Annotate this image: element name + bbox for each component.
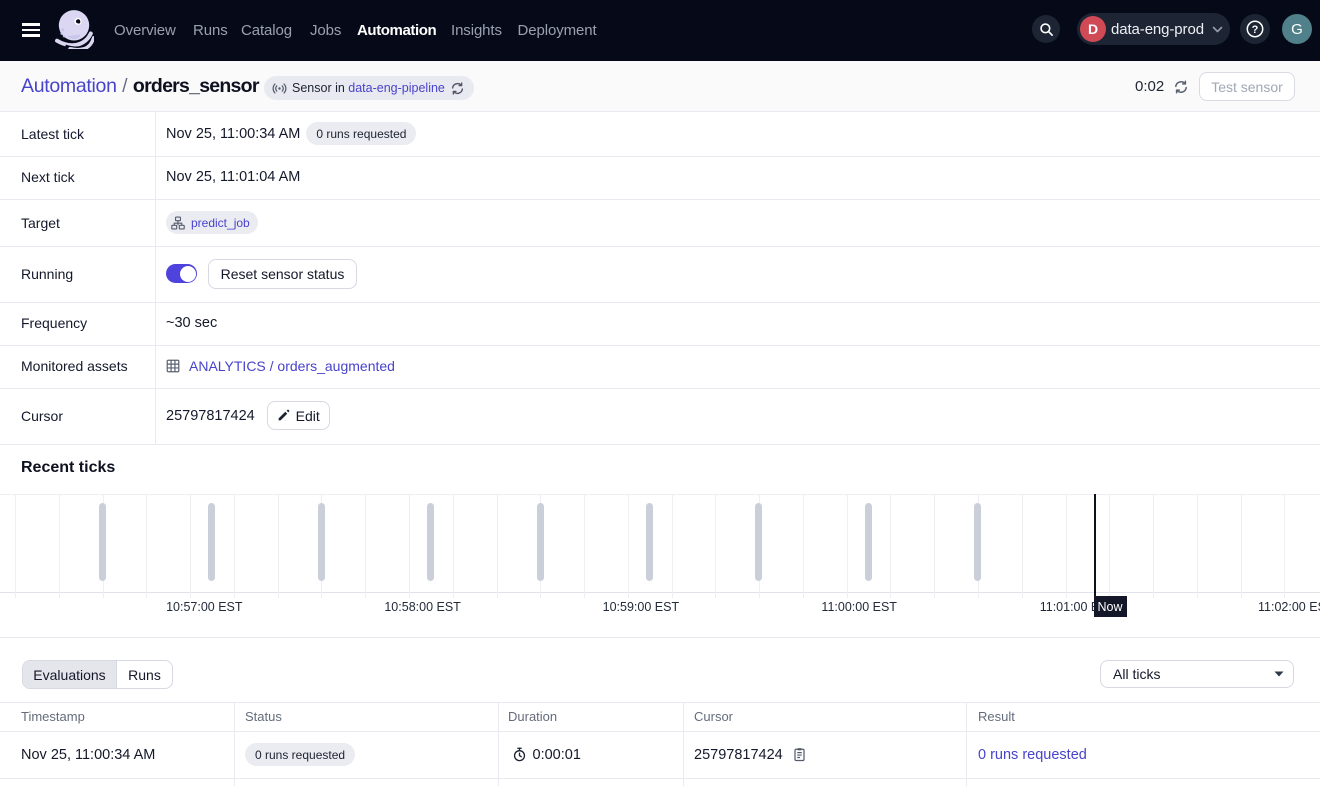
svg-text:?: ? <box>1252 24 1259 36</box>
